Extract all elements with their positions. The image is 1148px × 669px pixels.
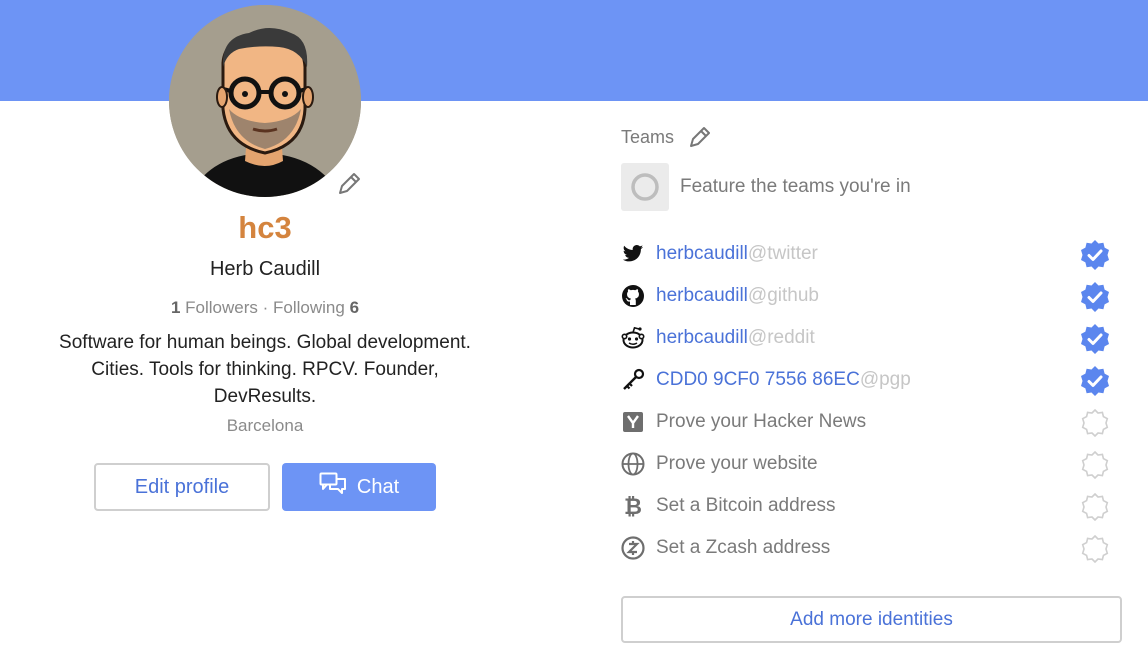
identity-reddit: herbcaudill@reddit bbox=[621, 323, 1111, 355]
teams-label: Teams bbox=[621, 127, 675, 147]
prompt-zcash[interactable]: Set a Zcash address bbox=[621, 533, 1111, 565]
identity-service: @reddit bbox=[747, 327, 815, 348]
twitter-icon bbox=[621, 242, 645, 266]
avatar bbox=[169, 5, 361, 197]
following-count[interactable]: 6 bbox=[350, 298, 359, 317]
prompt-text[interactable]: Prove your website bbox=[656, 453, 818, 475]
follow-separator: · bbox=[262, 298, 269, 317]
feature-teams-button[interactable]: Feature the teams you're in bbox=[621, 163, 911, 211]
github-icon bbox=[621, 284, 645, 308]
reddit-icon bbox=[621, 326, 645, 350]
zcash-icon bbox=[621, 536, 645, 560]
unverified-badge-icon bbox=[1079, 407, 1111, 439]
followers-count[interactable]: 1 bbox=[171, 298, 180, 317]
team-placeholder-icon bbox=[621, 163, 669, 211]
edit-teams-icon[interactable] bbox=[687, 124, 713, 150]
prompt-text[interactable]: Prove your Hacker News bbox=[656, 411, 866, 433]
unverified-badge-icon bbox=[1079, 491, 1111, 523]
identity-pgp: CDD0 9CF0 7556 86EC@pgp bbox=[621, 365, 1111, 397]
verified-badge-icon[interactable] bbox=[1079, 239, 1111, 271]
prompt-text[interactable]: Set a Zcash address bbox=[656, 537, 830, 559]
key-icon bbox=[621, 368, 645, 392]
chat-label: Chat bbox=[356, 475, 400, 498]
verified-badge-icon[interactable] bbox=[1079, 281, 1111, 313]
prompt-bitcoin[interactable]: ₿ Set a Bitcoin address bbox=[621, 491, 1111, 523]
identity-github: herbcaudill@github bbox=[621, 281, 1111, 313]
chat-button[interactable]: Chat bbox=[282, 463, 436, 511]
verified-badge-icon[interactable] bbox=[1079, 323, 1111, 355]
identity-name[interactable]: herbcaudill bbox=[656, 243, 748, 264]
verified-badge-icon[interactable] bbox=[1079, 365, 1111, 397]
edit-profile-button[interactable]: Edit profile bbox=[94, 463, 270, 511]
identity-service: @github bbox=[747, 285, 819, 306]
identity-name[interactable]: CDD0 9CF0 7556 86EC bbox=[656, 369, 860, 390]
full-name: Herb Caudill bbox=[209, 258, 321, 280]
feature-teams-prompt: Feature the teams you're in bbox=[680, 176, 911, 197]
location: Barcelona bbox=[226, 416, 304, 435]
followers-label[interactable]: Followers bbox=[185, 298, 258, 317]
username: hc3 bbox=[238, 210, 292, 245]
following-label[interactable]: Following bbox=[273, 298, 345, 317]
identity-service: @pgp bbox=[859, 369, 911, 390]
svg-text:₿: ₿ bbox=[624, 495, 642, 518]
follow-stats: 1 Followers · Following 6 bbox=[0, 298, 530, 318]
identity-name[interactable]: herbcaudill bbox=[656, 285, 748, 306]
prompt-text[interactable]: Set a Bitcoin address bbox=[656, 495, 836, 517]
globe-icon bbox=[621, 452, 645, 476]
bio: Software for human beings. Global develo… bbox=[59, 332, 471, 407]
edit-avatar-icon[interactable] bbox=[335, 170, 363, 198]
unverified-badge-icon bbox=[1079, 449, 1111, 481]
identity-twitter: herbcaudill@twitter bbox=[621, 239, 1111, 271]
unverified-badge-icon bbox=[1079, 533, 1111, 565]
identity-service: @twitter bbox=[747, 243, 818, 264]
add-identities-button[interactable]: Add more identities bbox=[621, 596, 1122, 643]
identity-name[interactable]: herbcaudill bbox=[656, 327, 748, 348]
prompt-website[interactable]: Prove your website bbox=[621, 449, 1111, 481]
hacker-news-icon bbox=[621, 410, 645, 434]
add-identities-label: Add more identities bbox=[790, 608, 953, 630]
bitcoin-icon: ₿ bbox=[621, 494, 645, 518]
prompt-hacker-news[interactable]: Prove your Hacker News bbox=[621, 407, 1111, 439]
chat-icon bbox=[319, 472, 347, 502]
edit-profile-label: Edit profile bbox=[134, 475, 230, 498]
